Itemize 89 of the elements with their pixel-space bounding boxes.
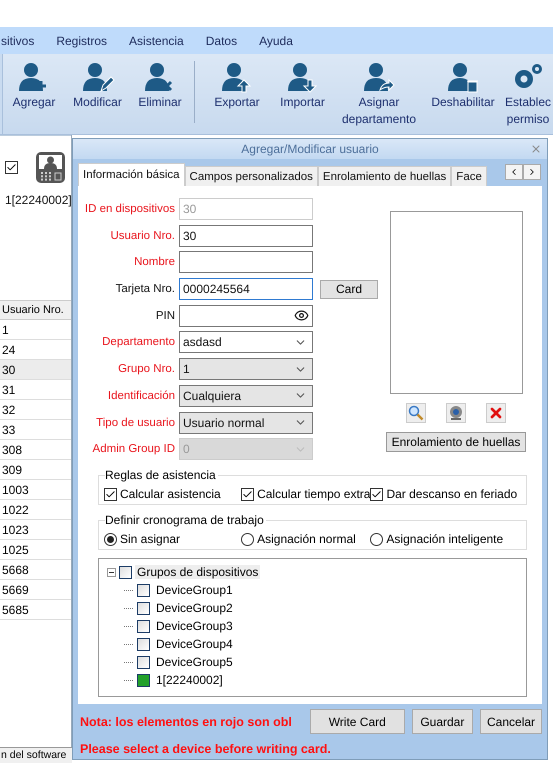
status-text: n del software bbox=[0, 747, 72, 763]
eye-icon[interactable] bbox=[294, 308, 309, 324]
menu-item[interactable]: Registros bbox=[56, 34, 118, 48]
tree-checkbox[interactable] bbox=[137, 620, 150, 633]
tree-checkbox[interactable] bbox=[119, 566, 132, 579]
card-button[interactable]: Card bbox=[320, 280, 378, 299]
user-edit-icon bbox=[80, 61, 114, 93]
table-row[interactable]: 30 bbox=[0, 360, 71, 380]
checkmark-icon bbox=[242, 488, 254, 500]
dropdown[interactable]: 1 bbox=[179, 358, 313, 380]
terminal-icon bbox=[36, 152, 65, 183]
checkbox[interactable]: Calcular asistencia bbox=[104, 487, 242, 502]
toolbar-button[interactable]: Exportar bbox=[204, 61, 270, 110]
field-label: Departamento bbox=[101, 336, 175, 348]
collapse-icon[interactable] bbox=[107, 568, 116, 577]
field-label: Tarjeta Nro. bbox=[114, 283, 175, 296]
user-trash-icon bbox=[446, 61, 480, 93]
device-checkbox[interactable] bbox=[5, 161, 18, 174]
toolbar-button[interactable]: Asignar departamento bbox=[335, 61, 423, 127]
checkmark-icon bbox=[371, 488, 382, 500]
tab[interactable]: Información básica bbox=[78, 163, 185, 186]
radio-button[interactable]: Asignación normal bbox=[241, 532, 370, 546]
tree-item[interactable]: 1[22240002] bbox=[154, 673, 225, 688]
user-upload-icon bbox=[220, 61, 254, 93]
webcam-button[interactable] bbox=[446, 403, 466, 423]
dialog-button[interactable]: Guardar bbox=[412, 709, 473, 734]
dialog-button[interactable]: Cancelar bbox=[480, 709, 542, 734]
password-field[interactable] bbox=[179, 304, 313, 327]
checkmark-icon bbox=[105, 488, 116, 500]
radio-button[interactable]: Asignación inteligente bbox=[370, 532, 526, 546]
checkmark-icon bbox=[6, 162, 17, 173]
title-bar: Agregar/Modificar usuario bbox=[73, 139, 547, 159]
tree-item[interactable]: Grupos de dispositivos bbox=[135, 565, 260, 580]
device-label: 1[22240002] bbox=[5, 193, 71, 207]
field-label: PIN bbox=[154, 310, 175, 322]
group-title: Reglas de asistencia bbox=[105, 468, 218, 482]
tree-checkbox[interactable] bbox=[137, 602, 150, 615]
checkbox[interactable]: Calcular tiempo extra bbox=[241, 487, 370, 502]
tree-item[interactable]: DeviceGroup5 bbox=[154, 655, 235, 670]
warning-text: Please select a device before writing card. bbox=[80, 742, 332, 756]
field-label: Tipo de usuario bbox=[95, 416, 175, 428]
tree-item[interactable]: DeviceGroup2 bbox=[154, 601, 235, 616]
dialog-button[interactable]: Write Card bbox=[310, 709, 405, 734]
field-label: Usuario Nro. bbox=[109, 230, 175, 242]
field-label: ID en dispositivos bbox=[84, 203, 175, 215]
input-field[interactable]: 0000245564 bbox=[179, 278, 313, 300]
tree-item[interactable]: DeviceGroup4 bbox=[154, 637, 235, 652]
search-button[interactable] bbox=[406, 403, 426, 423]
user-share-icon bbox=[362, 61, 396, 93]
delete-icon bbox=[488, 405, 504, 421]
radio-button[interactable]: Sin asignar bbox=[104, 532, 242, 546]
field-label: Admin Group ID bbox=[92, 443, 175, 456]
webcam-icon bbox=[448, 405, 464, 421]
toolbar-button[interactable]: Eliminar bbox=[130, 61, 190, 110]
input-field[interactable] bbox=[179, 251, 313, 274]
menu-item[interactable]: sitivos bbox=[1, 34, 46, 48]
menu-item[interactable]: Ayuda bbox=[259, 34, 304, 48]
delete-button[interactable] bbox=[486, 403, 506, 423]
note-text: Nota: los elementos en rojo son obl bbox=[80, 714, 293, 728]
field-label: Identificación bbox=[106, 390, 175, 402]
tab[interactable]: Face bbox=[451, 166, 487, 186]
toolbar-button[interactable]: Deshabilitar bbox=[423, 61, 503, 110]
field-label: Nombre bbox=[133, 256, 175, 268]
tab[interactable]: Campos personalizados bbox=[184, 166, 318, 186]
close-icon[interactable] bbox=[530, 143, 542, 155]
group-title: Definir cronograma de trabajo bbox=[105, 513, 266, 528]
device-status-icon[interactable] bbox=[137, 674, 150, 687]
dropdown[interactable]: asdasd bbox=[179, 331, 313, 354]
menu-item[interactable]: Datos bbox=[206, 34, 248, 48]
input-field[interactable]: 30 bbox=[179, 224, 313, 247]
dropdown[interactable]: Cualquiera bbox=[179, 384, 313, 407]
tree-item[interactable]: DeviceGroup3 bbox=[154, 619, 235, 634]
tree-checkbox[interactable] bbox=[137, 584, 150, 597]
toolbar-button[interactable]: Importar bbox=[270, 61, 335, 110]
toolbar-button[interactable]: Establec permiso bbox=[503, 61, 553, 127]
column-header[interactable]: Usuario Nro. bbox=[0, 300, 71, 320]
checkbox[interactable]: Dar descanso en feriado bbox=[370, 487, 526, 502]
enroll-button[interactable]: Enrolamiento de huellas bbox=[386, 432, 526, 452]
tree-checkbox[interactable] bbox=[137, 656, 150, 669]
toolbar-button[interactable]: Modificar bbox=[65, 61, 130, 110]
field-label: Grupo Nro. bbox=[117, 363, 175, 376]
menu-item[interactable]: Asistencia bbox=[129, 34, 195, 48]
tree-item[interactable]: DeviceGroup1 bbox=[154, 583, 235, 598]
dropdown[interactable]: Usuario normal bbox=[179, 412, 313, 434]
user-download-icon bbox=[286, 61, 320, 93]
search-icon bbox=[408, 405, 424, 421]
toolbar-button[interactable]: Agregar bbox=[3, 61, 65, 110]
tree-checkbox[interactable] bbox=[137, 638, 150, 651]
tab[interactable]: Enrolamiento de huellas bbox=[318, 166, 452, 186]
